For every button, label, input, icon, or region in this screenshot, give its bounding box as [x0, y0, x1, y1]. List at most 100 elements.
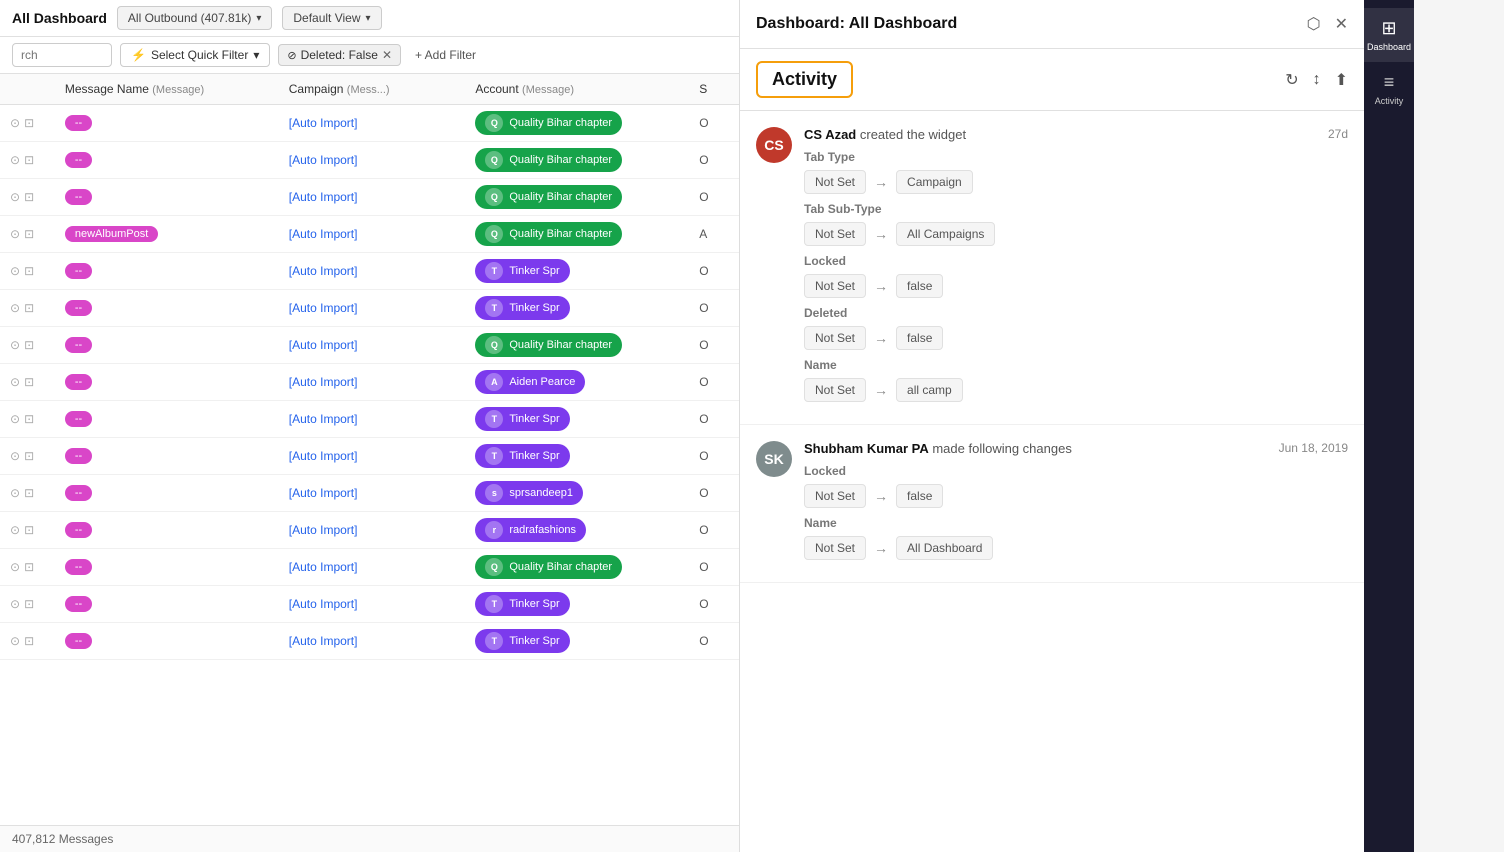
account-avatar: T	[485, 632, 503, 650]
outbound-filter-button[interactable]: All Outbound (407.81k) ▾	[117, 6, 272, 30]
message-tag: --	[65, 189, 92, 205]
campaign-link[interactable]: [Auto Import]	[289, 449, 358, 463]
account-cell: T Tinker Spr	[465, 623, 689, 660]
row-icons-cell: ⊙ ⊡	[0, 623, 55, 660]
add-filter-button[interactable]: + Add Filter	[409, 45, 482, 65]
col-account[interactable]: Account (Message)	[465, 74, 689, 105]
activity-tab[interactable]: Activity	[756, 61, 853, 98]
status-cell: O	[689, 401, 739, 438]
campaign-link[interactable]: [Auto Import]	[289, 486, 358, 500]
row-icon-2: ⊡	[24, 634, 34, 648]
message-tag: --	[65, 115, 92, 131]
row-icon-2: ⊡	[24, 523, 34, 537]
account-avatar: T	[485, 410, 503, 428]
row-icons-cell: ⊙ ⊡	[0, 475, 55, 512]
row-icon-1: ⊙	[10, 301, 20, 315]
message-tag: --	[65, 152, 92, 168]
campaign-link[interactable]: [Auto Import]	[289, 264, 358, 278]
change-to: false	[896, 326, 943, 350]
table-row[interactable]: ⊙ ⊡ --[Auto Import] A Aiden Pearce O	[0, 364, 739, 401]
activity-icon: ≡	[1384, 72, 1395, 93]
col-campaign[interactable]: Campaign (Mess...)	[279, 74, 466, 105]
activity-header: Activity ↻ ↕ ⬆	[740, 49, 1364, 111]
quick-filter-button[interactable]: ⚡ Select Quick Filter ▾	[120, 43, 270, 67]
campaign-link[interactable]: [Auto Import]	[289, 412, 358, 426]
campaign-link[interactable]: [Auto Import]	[289, 523, 358, 537]
activity-content: CS Azad created the widget 27d Tab Type …	[804, 127, 1348, 408]
table-row[interactable]: ⊙ ⊡ --[Auto Import] T Tinker Spr O	[0, 290, 739, 327]
campaign-link[interactable]: [Auto Import]	[289, 190, 358, 204]
panel-header: Dashboard: All Dashboard ⬡ ✕	[740, 0, 1364, 49]
activity-time: 27d	[1328, 127, 1348, 141]
status-cell: O	[689, 364, 739, 401]
table-row[interactable]: ⊙ ⊡ --[Auto Import] Q Quality Bihar chap…	[0, 142, 739, 179]
col-status[interactable]: S	[689, 74, 739, 105]
account-cell: s sprsandeep1	[465, 475, 689, 512]
campaign-link[interactable]: [Auto Import]	[289, 227, 358, 241]
activity-avatar: SK	[756, 441, 792, 477]
record-count: 407,812 Messages	[12, 832, 113, 846]
row-icon-1: ⊙	[10, 412, 20, 426]
table-row[interactable]: ⊙ ⊡ --[Auto Import] r radrafashions O	[0, 512, 739, 549]
account-cell: A Aiden Pearce	[465, 364, 689, 401]
panel-area: Dashboard: All Dashboard ⬡ ✕ Activity ↻ …	[740, 0, 1364, 852]
table-row[interactable]: ⊙ ⊡ --[Auto Import] s sprsandeep1 O	[0, 475, 739, 512]
change-section-label: Name	[804, 516, 1348, 530]
sidebar-item-activity[interactable]: ≡ Activity	[1364, 62, 1414, 116]
export-icon[interactable]: ⬆	[1335, 70, 1348, 90]
campaign-link[interactable]: [Auto Import]	[289, 634, 358, 648]
row-icon-2: ⊡	[24, 264, 34, 278]
row-icon-1: ⊙	[10, 227, 20, 241]
main-table-area: All Dashboard All Outbound (407.81k) ▾ D…	[0, 0, 740, 852]
campaign-link[interactable]: [Auto Import]	[289, 301, 358, 315]
table-row[interactable]: ⊙ ⊡ --[Auto Import] T Tinker Spr O	[0, 623, 739, 660]
change-section-label: Tab Sub-Type	[804, 202, 1348, 216]
campaign-cell: [Auto Import]	[279, 142, 466, 179]
campaign-link[interactable]: [Auto Import]	[289, 560, 358, 574]
table-row[interactable]: ⊙ ⊡ --[Auto Import] T Tinker Spr O	[0, 253, 739, 290]
campaign-cell: [Auto Import]	[279, 179, 466, 216]
account-badge: T Tinker Spr	[475, 592, 569, 616]
message-name-cell: --	[55, 179, 279, 216]
table-row[interactable]: ⊙ ⊡ newAlbumPost[Auto Import] Q Quality …	[0, 216, 739, 253]
refresh-icon[interactable]: ↻	[1285, 70, 1298, 90]
status-cell: O	[689, 327, 739, 364]
account-badge: s sprsandeep1	[475, 481, 583, 505]
table-row[interactable]: ⊙ ⊡ --[Auto Import] T Tinker Spr O	[0, 401, 739, 438]
filter-icon: ⊘	[287, 49, 296, 62]
table-row[interactable]: ⊙ ⊡ --[Auto Import] T Tinker Spr O	[0, 586, 739, 623]
change-to: All Campaigns	[896, 222, 995, 246]
footer-bar: 407,812 Messages	[0, 825, 739, 852]
status-cell: O	[689, 290, 739, 327]
dashboard-icon: ⊞	[1381, 18, 1396, 39]
account-cell: Q Quality Bihar chapter	[465, 327, 689, 364]
col-message-name[interactable]: Message Name (Message)	[55, 74, 279, 105]
message-tag: newAlbumPost	[65, 226, 158, 242]
campaign-cell: [Auto Import]	[279, 512, 466, 549]
campaign-link[interactable]: [Auto Import]	[289, 116, 358, 130]
table-row[interactable]: ⊙ ⊡ --[Auto Import] Q Quality Bihar chap…	[0, 179, 739, 216]
remove-filter-icon[interactable]: ✕	[382, 48, 392, 62]
search-input[interactable]	[12, 43, 112, 67]
table-row[interactable]: ⊙ ⊡ --[Auto Import] Q Quality Bihar chap…	[0, 105, 739, 142]
sidebar-item-dashboard[interactable]: ⊞ Dashboard	[1364, 8, 1414, 62]
close-icon[interactable]: ✕	[1335, 14, 1348, 34]
panel-body: Activity ↻ ↕ ⬆ CS CS Azad created the wi…	[740, 49, 1364, 852]
row-icon-2: ⊡	[24, 486, 34, 500]
share-icon[interactable]: ⬡	[1307, 14, 1321, 34]
account-cell: Q Quality Bihar chapter	[465, 142, 689, 179]
message-tag: --	[65, 263, 92, 279]
table-row[interactable]: ⊙ ⊡ --[Auto Import] T Tinker Spr O	[0, 438, 739, 475]
change-from: Not Set	[804, 484, 866, 508]
arrow-icon: →	[874, 488, 888, 504]
view-filter-button[interactable]: Default View ▾	[282, 6, 381, 30]
change-row: Not Set → All Dashboard	[804, 536, 1348, 560]
sort-icon[interactable]: ↕	[1313, 71, 1321, 89]
campaign-link[interactable]: [Auto Import]	[289, 375, 358, 389]
table-row[interactable]: ⊙ ⊡ --[Auto Import] Q Quality Bihar chap…	[0, 327, 739, 364]
table-row[interactable]: ⊙ ⊡ --[Auto Import] Q Quality Bihar chap…	[0, 549, 739, 586]
campaign-link[interactable]: [Auto Import]	[289, 338, 358, 352]
row-icon-2: ⊡	[24, 597, 34, 611]
campaign-link[interactable]: [Auto Import]	[289, 597, 358, 611]
campaign-link[interactable]: [Auto Import]	[289, 153, 358, 167]
